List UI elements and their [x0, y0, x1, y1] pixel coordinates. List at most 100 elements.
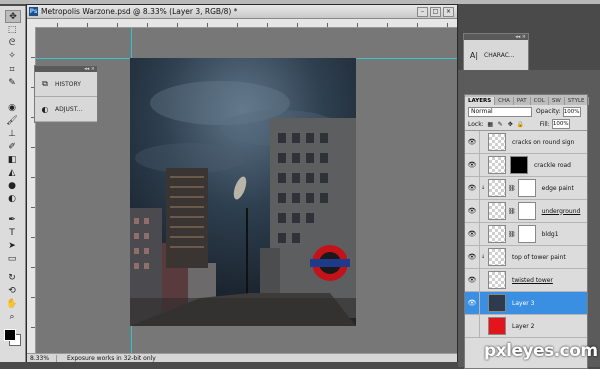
layer-row[interactable]: 👁 twisted tower [465, 269, 587, 292]
dodge-icon[interactable]: ◐ [5, 193, 19, 204]
eyedropper-icon[interactable]: ✎ [5, 77, 19, 88]
visibility-eye-icon[interactable]: 👁 [465, 223, 480, 245]
blur-icon[interactable]: ● [5, 180, 19, 191]
marquee-icon[interactable]: ⬚ [5, 24, 19, 35]
move-icon[interactable]: ✥ [5, 10, 21, 23]
photoshop-icon: Ps [29, 7, 38, 16]
brush-icon[interactable]: 🖌 [5, 115, 19, 126]
adjustments-icon: ◐ [41, 104, 49, 114]
tab-swatches[interactable]: SW [549, 97, 565, 105]
layer-row[interactable]: 👁 ↓ ⛓ edge paint [465, 177, 587, 200]
horizontal-ruler[interactable] [27, 19, 457, 28]
healing-icon[interactable]: ◉ [5, 102, 19, 113]
layer-mask-thumbnail [517, 179, 536, 197]
layer-name: Layer 3 [512, 299, 535, 307]
layer-thumbnail [488, 179, 506, 197]
adjustments-label: ADJUST... [55, 105, 83, 113]
chain-link-icon: ⛓ [508, 230, 516, 238]
gradient-icon[interactable]: ◭ [5, 167, 19, 178]
panel-tabs: LAYERS CHA PAT COL SW STYLE [465, 95, 589, 105]
layer-name: edge paint [541, 184, 574, 192]
layer-thumbnail [488, 202, 506, 220]
maximize-button[interactable]: □ [430, 6, 441, 17]
pen-icon[interactable]: ✒ [5, 214, 19, 225]
crop-icon[interactable]: ⌗ [5, 64, 19, 75]
document-title-bar[interactable]: Ps Metropolis Warzone.psd @ 8.33% (Layer… [27, 5, 457, 19]
stamp-icon[interactable]: ⊥ [5, 128, 19, 139]
shape-icon[interactable]: ▭ [5, 253, 19, 264]
clip-arrow-icon: ↓ [480, 254, 486, 260]
document-window: Ps Metropolis Warzone.psd @ 8.33% (Layer… [26, 4, 458, 362]
artwork-image[interactable] [130, 58, 356, 326]
magic-wand-icon[interactable]: ✧ [5, 50, 19, 61]
layer-row[interactable]: 👁 crackle road [465, 154, 587, 177]
toolbox: ✥ ⬚ ᘓ ✧ ⌗ ✎ ◉ 🖌 ⊥ ✐ ◧ ◭ ● ◐ ✒ T ➤ ▭ ↻ ⟲ … [0, 6, 26, 362]
foreground-color-swatch[interactable] [4, 329, 16, 341]
character-panel-group: ◂◂ × A| CHARAC... [463, 33, 529, 73]
layer-thumbnail [488, 248, 506, 266]
3d-rotate-icon[interactable]: ↻ [5, 272, 19, 283]
tab-styles[interactable]: STYLE [565, 97, 589, 105]
layer-name: underground [541, 207, 581, 215]
canvas-area[interactable] [36, 28, 457, 353]
tab-paths[interactable]: PAT [514, 97, 531, 105]
layer-row[interactable]: 👁 cracks on round sign [465, 131, 587, 154]
lock-all-icon[interactable]: 🔒 [516, 121, 523, 128]
zoom-icon[interactable]: ⌕ [5, 311, 19, 322]
character-panel-button[interactable]: A| CHARAC... [464, 40, 528, 70]
lock-label: Lock: [468, 120, 484, 128]
history-brush-icon[interactable]: ✐ [5, 141, 19, 152]
path-select-icon[interactable]: ➤ [5, 240, 19, 251]
layer-row[interactable]: 👁 ⛓ bldg1 [465, 223, 587, 246]
opacity-field[interactable]: 100% [562, 106, 581, 117]
lock-image-icon[interactable]: ✎ [497, 121, 504, 128]
history-icon: ⧉ [42, 79, 48, 88]
type-icon[interactable]: T [5, 227, 19, 238]
layer-name: Layer 2 [512, 322, 535, 330]
layer-row[interactable]: 👁 ↓ top of tower paint [465, 246, 587, 269]
visibility-eye-icon[interactable]: 👁 [465, 131, 480, 153]
history-panel-group: ◂◂ × ⧉ HISTORY ◐ ADJUST... [34, 65, 98, 123]
layer-row-selected[interactable]: 👁 Layer 3 [465, 292, 587, 315]
layer-name: top of tower paint [512, 253, 566, 261]
blend-mode-value: Normal [471, 108, 493, 115]
tab-channels[interactable]: CHA [495, 97, 514, 105]
layer-mask-thumbnail [517, 225, 536, 243]
document-title: Metropolis Warzone.psd @ 8.33% (Layer 3,… [41, 7, 238, 16]
visibility-eye-icon[interactable]: 👁 [465, 177, 480, 199]
tab-layers[interactable]: LAYERS [465, 97, 496, 105]
status-info[interactable]: Exposure works in 32-bit only [57, 355, 156, 362]
lock-position-icon[interactable]: ✥ [507, 121, 514, 128]
chain-link-icon: ⛓ [508, 184, 516, 192]
close-button[interactable]: × [443, 6, 454, 17]
blend-mode-select[interactable]: Normal [468, 106, 532, 117]
minimize-button[interactable]: – [417, 6, 428, 17]
hand-icon[interactable]: ✋ [5, 298, 19, 309]
visibility-eye-icon[interactable]: 👁 [465, 200, 480, 222]
3d-orbit-icon[interactable]: ⟲ [5, 285, 19, 296]
layer-row[interactable]: 👁 Layer 2 [465, 315, 587, 338]
opacity-label: Opacity: [536, 108, 561, 115]
eraser-icon[interactable]: ◧ [5, 154, 19, 165]
layers-panel: LAYERS CHA PAT COL SW STYLE Normal Opaci… [464, 94, 589, 369]
layer-name: twisted tower [512, 276, 553, 284]
layer-mask-thumbnail [510, 156, 528, 174]
tab-color[interactable]: COL [531, 97, 549, 105]
layer-thumbnail [488, 225, 506, 243]
zoom-level[interactable]: 8.33% [27, 354, 57, 362]
adjustments-panel-button[interactable]: ◐ ADJUST... [35, 97, 97, 122]
fill-label: Fill: [539, 120, 550, 128]
visibility-eye-icon[interactable]: 👁 [465, 292, 480, 314]
visibility-eye-icon[interactable]: 👁 [465, 246, 480, 268]
visibility-eye-icon[interactable]: 👁 [465, 315, 480, 337]
history-panel-button[interactable]: ⧉ HISTORY [35, 72, 97, 97]
lock-transparent-icon[interactable]: ▦ [487, 121, 494, 128]
layer-thumbnail [488, 156, 506, 174]
fill-field[interactable]: 100% [551, 119, 570, 129]
lasso-icon[interactable]: ᘓ [5, 37, 19, 48]
layer-row[interactable]: 👁 ⛓ underground [465, 200, 587, 223]
visibility-eye-icon[interactable]: 👁 [465, 269, 480, 291]
visibility-eye-icon[interactable]: 👁 [465, 154, 480, 176]
layer-name: crackle road [534, 161, 571, 169]
status-bar: 8.33% Exposure works in 32-bit only [27, 353, 457, 362]
